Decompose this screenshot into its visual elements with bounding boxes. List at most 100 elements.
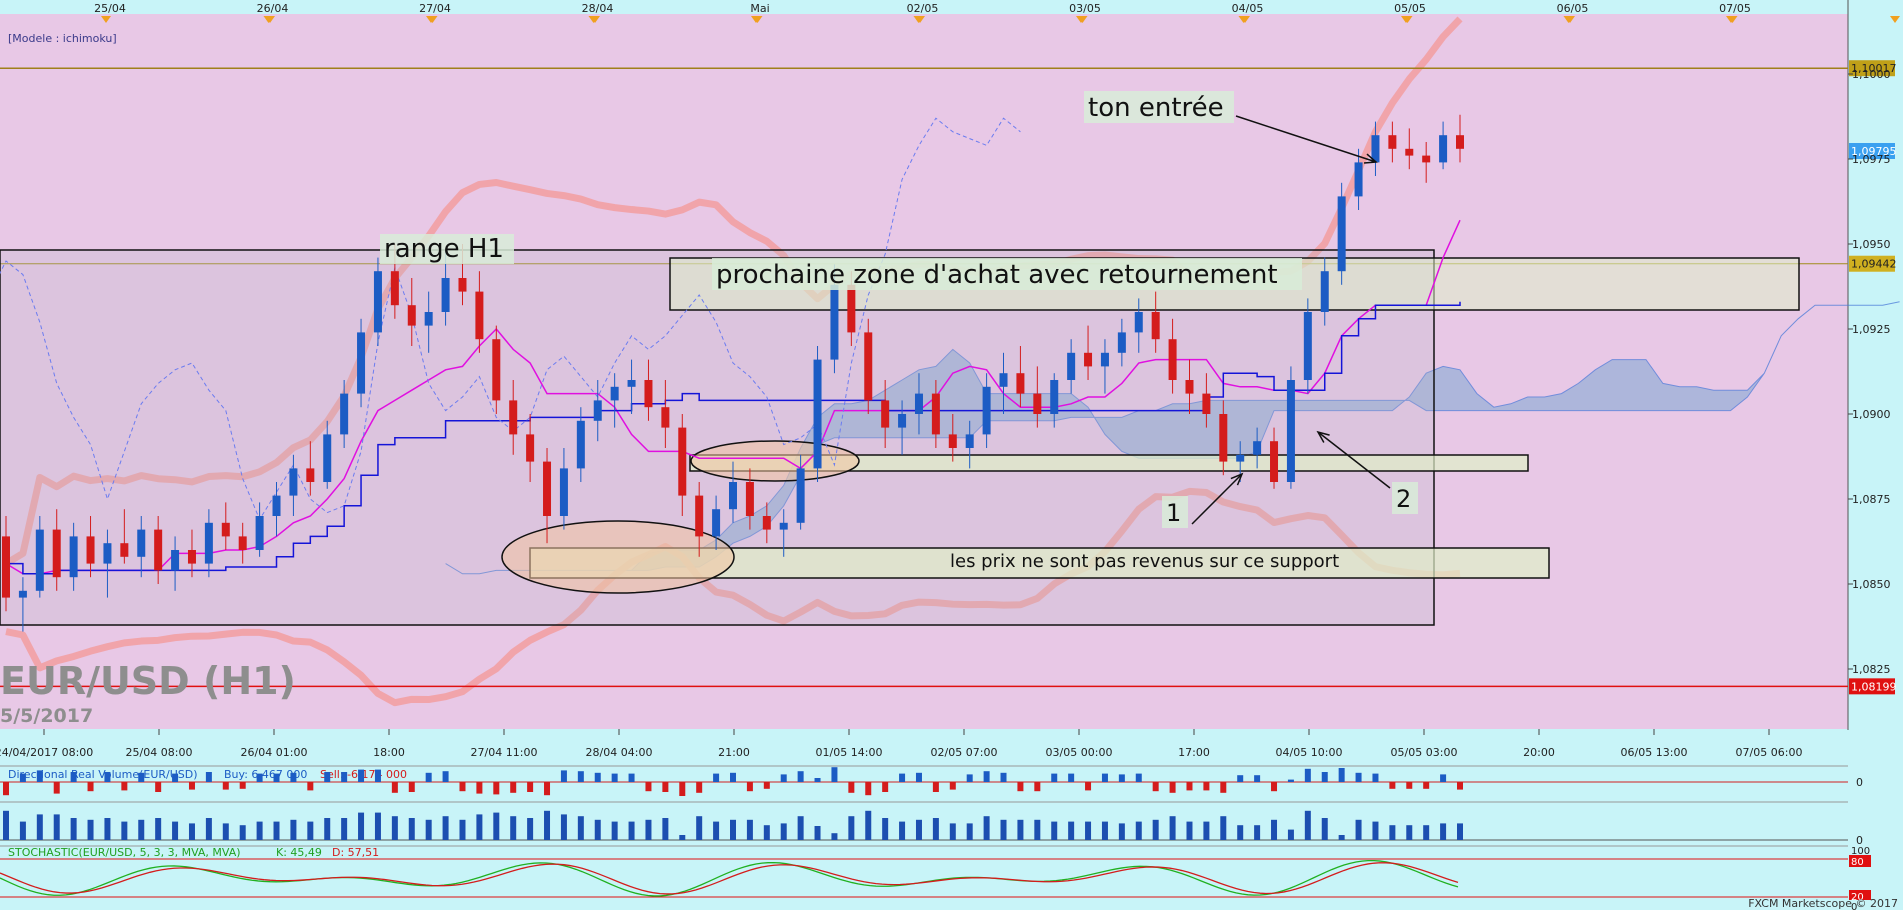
candle-body xyxy=(559,468,568,516)
candle-body xyxy=(137,529,146,557)
direction-bar xyxy=(544,782,551,796)
direction-bar xyxy=(1220,782,1227,793)
candle-body xyxy=(1151,312,1160,340)
chart-canvas[interactable]: 25/04 26/04 27/04 28/04 Mai 02/05 03/05 04/05 05… xyxy=(0,0,1903,910)
direction-bar xyxy=(172,773,179,782)
candle-body xyxy=(1286,380,1295,482)
candle-body xyxy=(120,543,129,557)
volume-bar xyxy=(121,821,128,840)
direction-bar xyxy=(1440,774,1447,782)
direction-bar xyxy=(324,772,331,782)
volume-bar xyxy=(865,810,872,840)
direction-bar xyxy=(188,782,195,790)
volume-bar xyxy=(205,818,212,840)
candle-body xyxy=(1016,373,1025,394)
candle-body xyxy=(69,536,78,578)
direction-bar xyxy=(1000,772,1007,782)
price-tag-label: 1,09442 xyxy=(1851,258,1897,271)
candle-body xyxy=(340,393,349,435)
direction-bar xyxy=(1152,782,1159,792)
volume-bar xyxy=(256,821,263,840)
direction-bar xyxy=(527,782,534,792)
candle-body xyxy=(931,393,940,435)
candle-body xyxy=(576,420,585,469)
volume-label: Directional Real Volume(EUR/USD) xyxy=(8,768,198,781)
stoch-d: D: 57,51 xyxy=(332,846,379,859)
direction-bar xyxy=(1034,782,1041,792)
model-label: [Modele : ichimoku] xyxy=(8,32,117,45)
top-date-label: Mai xyxy=(750,2,769,15)
marker-1: 1 xyxy=(1166,499,1181,527)
candle-body xyxy=(1050,380,1059,414)
direction-bar xyxy=(53,782,60,794)
candle-body xyxy=(221,522,230,537)
volume-bar xyxy=(1304,810,1311,840)
volume-bar xyxy=(831,833,838,840)
x-tick-label: 06/05 13:00 xyxy=(1621,746,1688,759)
direction-bar xyxy=(966,774,973,782)
top-date-label: 26/04 xyxy=(257,2,289,15)
direction-bar xyxy=(256,773,263,782)
y-tick-label: 1,0850 xyxy=(1852,578,1891,591)
direction-bar xyxy=(1135,773,1142,782)
candle-body xyxy=(678,427,687,496)
candle-body xyxy=(1117,332,1126,353)
candle-body xyxy=(2,536,10,598)
candle-body xyxy=(1202,393,1211,414)
candle-body xyxy=(390,271,399,306)
volume-bar xyxy=(1372,821,1379,840)
direction-bar xyxy=(341,772,348,782)
volume-bar xyxy=(746,819,753,840)
direction-bar xyxy=(611,773,618,782)
direction-bar xyxy=(391,782,398,793)
candle-body xyxy=(526,434,535,462)
volume-bar xyxy=(966,823,973,840)
support-ellipse xyxy=(690,440,860,482)
y-tick-label: 1,0925 xyxy=(1852,323,1891,336)
candle-body xyxy=(204,522,213,564)
candle-body xyxy=(1134,312,1143,333)
candle-body xyxy=(543,461,552,516)
y-tick-label: 1,0825 xyxy=(1852,663,1891,676)
direction-bar xyxy=(374,769,381,782)
direction-bar xyxy=(1406,782,1413,789)
direction-bar xyxy=(510,782,517,793)
volume-bar xyxy=(915,819,922,840)
direction-bar xyxy=(797,771,804,782)
volume-bar xyxy=(527,818,534,840)
candle-body xyxy=(35,529,44,591)
candle-body xyxy=(475,291,484,340)
volume-zero: 0 xyxy=(1856,776,1863,789)
volume-bar xyxy=(577,816,584,840)
candle-body xyxy=(593,400,602,421)
volume-bar xyxy=(1051,821,1058,840)
direction-bar xyxy=(155,782,162,792)
volume-bar xyxy=(307,821,314,840)
direction-bar xyxy=(882,782,889,792)
candle-body xyxy=(86,536,95,564)
x-tick-label: 26/04 01:00 xyxy=(241,746,308,759)
candle-body xyxy=(661,407,670,428)
x-tick-label: 07/05 06:00 xyxy=(1736,746,1803,759)
volume-bar xyxy=(1237,825,1244,840)
volume-bar xyxy=(645,819,652,840)
candle-body xyxy=(255,516,264,550)
direction-bar xyxy=(1338,768,1345,782)
direction-bar xyxy=(70,772,77,782)
direction-bar xyxy=(104,772,111,782)
candle-body xyxy=(627,380,636,387)
candle-body xyxy=(373,271,382,333)
stoch-tick: 80 xyxy=(1851,857,1864,868)
volume-bar xyxy=(882,818,889,840)
direction-bar xyxy=(560,770,567,782)
candle-body xyxy=(1168,339,1177,380)
direction-bar xyxy=(848,782,855,793)
y-tick-label: 1,0875 xyxy=(1852,493,1891,506)
x-tick-label: 21:00 xyxy=(718,746,750,759)
volume-bar xyxy=(510,816,517,840)
direction-bar xyxy=(222,782,229,790)
direction-bar xyxy=(239,782,246,789)
volume-bar xyxy=(1440,823,1447,840)
volume-bar xyxy=(358,812,365,840)
volume-bar xyxy=(391,816,398,840)
